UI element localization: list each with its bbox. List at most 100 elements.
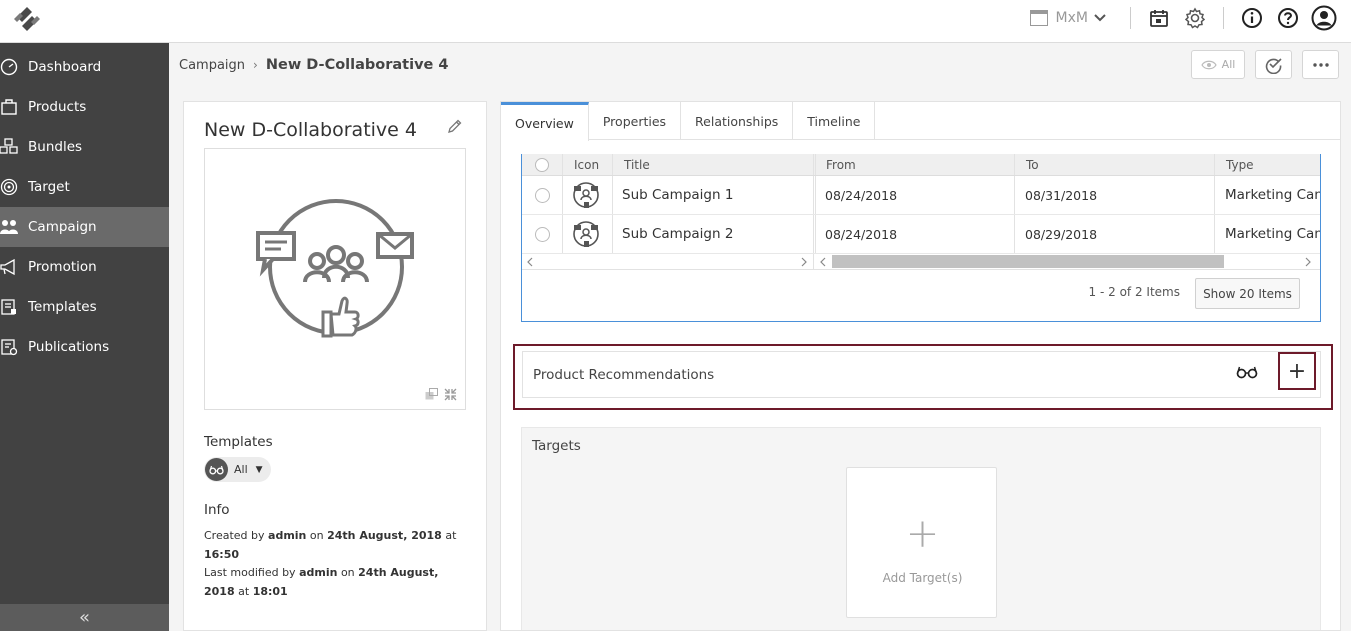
tab-timeline[interactable]: Timeline <box>793 102 876 140</box>
row-type: Marketing Can <box>1225 226 1320 242</box>
column-header-from[interactable]: From <box>816 154 856 175</box>
modified-date-1: 24th August, <box>358 566 439 579</box>
show-items-button[interactable]: Show 20 Items <box>1195 278 1300 309</box>
table-row[interactable]: Sub Campaign 2 08/24/2018 08/29/2018 Mar… <box>522 215 1320 254</box>
target-icon <box>0 178 19 196</box>
sidebar-item-label: Target <box>28 179 70 195</box>
store-icon <box>1029 10 1048 26</box>
created-on: on <box>309 529 324 542</box>
sidebar-item-dashboard[interactable]: Dashboard <box>0 47 169 87</box>
templates-label: Templates <box>204 434 273 450</box>
campaign-row-icon <box>562 215 601 253</box>
row-select-radio[interactable] <box>535 187 550 203</box>
help-icon[interactable] <box>1275 5 1301 31</box>
add-recommendation-button[interactable]: + <box>1278 352 1316 390</box>
table-row[interactable]: Sub Campaign 1 08/24/2018 08/31/2018 Mar… <box>522 176 1320 215</box>
scroll-left-icon[interactable] <box>526 257 534 267</box>
column-header-title[interactable]: Title <box>614 154 650 175</box>
org-label: MxM <box>1055 10 1088 26</box>
modified-on: on <box>340 566 355 579</box>
campaign-summary-card: New D-Collaborative 4 Templates All ▼ In… <box>183 101 487 631</box>
org-selector[interactable]: MxM <box>1029 10 1106 26</box>
row-to-date: 08/29/2018 <box>1025 226 1098 242</box>
sidebar-item-label: Publications <box>28 339 110 355</box>
divider <box>1223 7 1224 29</box>
caret-down-icon: ▼ <box>255 464 263 475</box>
audit-info: Created by admin on 24th August, 2018 at… <box>204 527 469 601</box>
template-selector[interactable]: All ▼ <box>204 457 271 482</box>
scroll-left-icon[interactable] <box>819 257 827 267</box>
column-header-to[interactable]: To <box>1016 154 1039 175</box>
bundles-icon <box>0 138 19 156</box>
select-all-radio[interactable] <box>535 157 549 172</box>
scroll-right-icon[interactable] <box>800 257 808 267</box>
calendar-icon[interactable] <box>1146 5 1172 31</box>
tab-relationships[interactable]: Relationships <box>681 102 794 140</box>
replace-image-icon[interactable] <box>425 388 438 400</box>
view-filter-button[interactable]: All <box>1191 50 1245 79</box>
campaign-title: New D-Collaborative 4 <box>204 119 417 141</box>
add-target-button[interactable]: + Add Target(s) <box>846 467 997 618</box>
info-icon[interactable] <box>1239 5 1265 31</box>
sidebar-item-campaign[interactable]: Campaign <box>0 207 169 247</box>
sidebar-item-target[interactable]: Target <box>0 167 169 207</box>
sidebar-item-label: Campaign <box>28 219 97 235</box>
scrollbar-thumb[interactable] <box>832 255 1224 268</box>
sidebar-item-templates[interactable]: Templates <box>0 287 169 327</box>
more-horizontal-icon <box>1312 62 1329 67</box>
sidebar-item-label: Templates <box>28 299 97 315</box>
created-at: at <box>445 529 457 542</box>
plus-icon: + <box>1287 358 1307 384</box>
row-title[interactable]: Sub Campaign 1 <box>612 176 733 214</box>
modified-time: 18:01 <box>252 584 288 598</box>
gear-icon[interactable] <box>1182 5 1208 31</box>
horizontal-scrollbar[interactable] <box>522 254 1320 270</box>
sidebar-item-promotion[interactable]: Promotion <box>0 247 169 287</box>
sub-campaign-grid: Icon Title From To Type Sub Campaign 1 0… <box>521 154 1321 322</box>
tab-properties[interactable]: Properties <box>589 102 682 140</box>
product-recommendations-section: Product Recommendations + <box>513 344 1333 410</box>
column-header-icon[interactable]: Icon <box>564 154 599 175</box>
pager-info: 1 - 2 of 2 Items <box>1088 285 1180 299</box>
breadcrumb-separator: › <box>253 58 258 72</box>
megaphone-icon <box>0 258 19 276</box>
more-actions-button[interactable] <box>1302 50 1339 79</box>
glasses-icon[interactable] <box>1236 365 1258 383</box>
edit-pencil-icon[interactable] <box>447 119 462 138</box>
row-title[interactable]: Sub Campaign 2 <box>612 215 733 253</box>
created-prefix: Created by <box>204 529 265 542</box>
sidebar-item-label: Promotion <box>28 259 97 275</box>
sidebar-item-publications[interactable]: Publications <box>0 327 169 367</box>
breadcrumb: Campaign › New D-Collaborative 4 All <box>169 43 1351 87</box>
sidebar-item-label: Bundles <box>28 139 83 155</box>
column-header-type[interactable]: Type <box>1216 154 1254 175</box>
eye-icon <box>1200 60 1217 69</box>
page-title: New D-Collaborative 4 <box>265 57 449 73</box>
created-user: admin <box>268 529 307 542</box>
collapse-image-icon[interactable] <box>444 388 457 401</box>
tab-overview[interactable]: Overview <box>501 102 589 141</box>
sidebar-item-products[interactable]: Products <box>0 87 169 127</box>
dashboard-icon <box>0 58 19 76</box>
check-status-button[interactable] <box>1255 50 1292 79</box>
modified-prefix: Last modified by <box>204 566 296 579</box>
created-date: 24th August, 2018 <box>327 529 442 542</box>
breadcrumb-root-link[interactable]: Campaign <box>179 58 245 73</box>
double-chevron-left-icon: « <box>78 607 90 628</box>
template-chip-label: All <box>234 463 248 476</box>
row-select-radio[interactable] <box>535 226 550 242</box>
check-circle-icon <box>1265 57 1282 74</box>
targets-title: Targets <box>532 438 581 454</box>
glasses-icon <box>205 458 228 481</box>
sidebar-item-bundles[interactable]: Bundles <box>0 127 169 167</box>
app-logo[interactable] <box>8 4 46 34</box>
user-avatar-icon[interactable] <box>1311 5 1337 31</box>
scroll-right-icon[interactable] <box>1304 257 1312 267</box>
top-bar: MxM <box>0 0 1351 43</box>
campaign-image <box>204 148 466 410</box>
sidebar-item-label: Products <box>28 99 87 115</box>
collapse-sidebar-button[interactable]: « <box>0 604 169 631</box>
product-recommendations-title: Product Recommendations <box>533 367 715 383</box>
divider <box>1130 7 1131 29</box>
row-to-date: 08/31/2018 <box>1025 187 1098 203</box>
